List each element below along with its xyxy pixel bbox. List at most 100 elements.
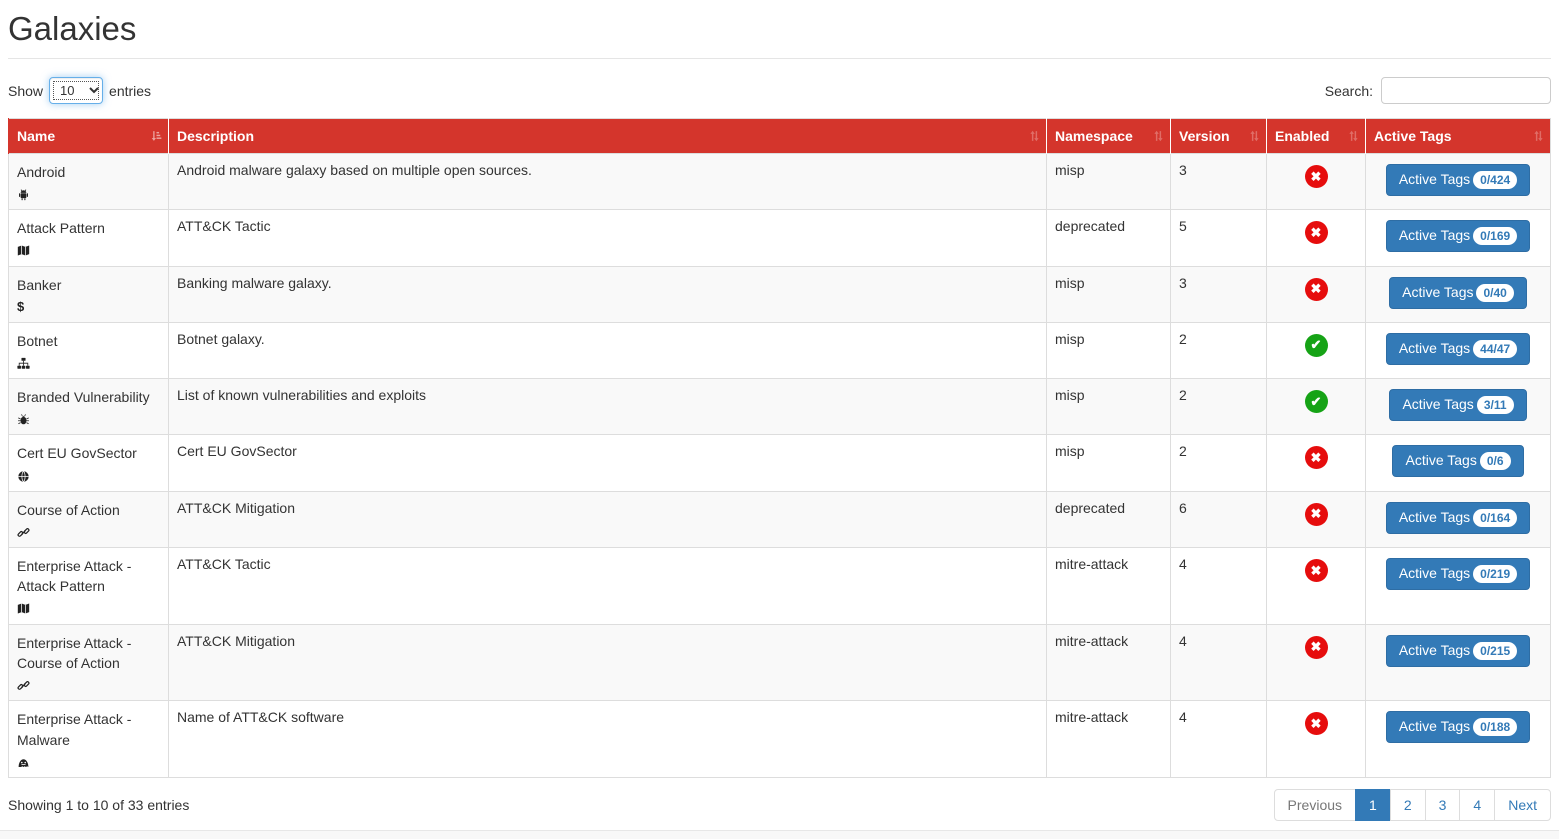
galaxy-version: 5 xyxy=(1171,210,1267,266)
galaxy-version: 4 xyxy=(1171,624,1267,701)
active-tags-button[interactable]: Active Tags0/169 xyxy=(1386,220,1530,252)
page-length-select[interactable]: 10 xyxy=(49,77,103,104)
sort-active-icon xyxy=(149,130,163,143)
pagination-4[interactable]: 4 xyxy=(1459,789,1495,821)
active-tags-count: 0/215 xyxy=(1473,642,1517,660)
column-header-name[interactable]: Name xyxy=(9,119,169,154)
table-row: Enterprise Attack - Attack Pattern ATT&C… xyxy=(9,548,1551,625)
search-input[interactable] xyxy=(1381,77,1551,104)
table-controls: Show 10 entries Search: xyxy=(8,77,1551,104)
column-header-active-tags[interactable]: Active Tags xyxy=(1366,119,1551,154)
galaxy-version: 6 xyxy=(1171,491,1267,547)
galaxy-description: Android malware galaxy based on multiple… xyxy=(169,154,1047,210)
active-tags-count: 0/169 xyxy=(1473,227,1517,245)
active-tags-count: 44/47 xyxy=(1473,340,1517,358)
table-row: Android Android malware galaxy based on … xyxy=(9,154,1551,210)
sort-icon xyxy=(1532,130,1545,143)
galaxy-version: 4 xyxy=(1171,548,1267,625)
active-tags-label: Active Tags xyxy=(1399,227,1470,243)
enabled-check-icon[interactable]: ✔ xyxy=(1305,390,1328,413)
column-header-label: Namespace xyxy=(1055,128,1133,144)
table-row: Enterprise Attack - Course of Action ATT… xyxy=(9,624,1551,701)
disabled-cross-icon[interactable]: ✖ xyxy=(1305,278,1328,301)
table-row: Cert EU GovSector Cert EU GovSector misp… xyxy=(9,435,1551,491)
galaxy-name: Banker xyxy=(17,275,160,295)
galaxy-version: 2 xyxy=(1171,435,1267,491)
column-header-description[interactable]: Description xyxy=(169,119,1047,154)
column-header-enabled[interactable]: Enabled xyxy=(1267,119,1366,154)
active-tags-label: Active Tags xyxy=(1399,171,1470,187)
pagination-2[interactable]: 2 xyxy=(1390,789,1426,821)
galaxy-description: ATT&CK Mitigation xyxy=(169,491,1047,547)
galaxy-namespace: deprecated xyxy=(1047,210,1171,266)
disabled-cross-icon[interactable]: ✖ xyxy=(1305,221,1328,244)
galaxy-description: Banking malware galaxy. xyxy=(169,266,1047,322)
android-icon xyxy=(17,188,30,201)
enabled-check-icon[interactable]: ✔ xyxy=(1305,334,1328,357)
disabled-cross-icon[interactable]: ✖ xyxy=(1305,503,1328,526)
active-tags-button[interactable]: Active Tags0/188 xyxy=(1386,711,1530,743)
galaxy-namespace: deprecated xyxy=(1047,491,1171,547)
pagination-3[interactable]: 3 xyxy=(1425,789,1461,821)
page-length-control: Show 10 entries xyxy=(8,77,151,104)
site-footer-strip xyxy=(0,830,1559,839)
entries-label: entries xyxy=(109,83,151,99)
active-tags-count: 0/40 xyxy=(1476,284,1513,302)
table-footer: Showing 1 to 10 of 33 entries Previous12… xyxy=(8,789,1551,821)
galaxy-namespace: misp xyxy=(1047,154,1171,210)
disabled-cross-icon[interactable]: ✖ xyxy=(1305,165,1328,188)
column-header-label: Enabled xyxy=(1275,128,1329,144)
galaxy-name: Attack Pattern xyxy=(17,218,160,238)
link-icon xyxy=(17,679,30,692)
active-tags-button[interactable]: Active Tags0/6 xyxy=(1392,445,1523,477)
galaxy-namespace: misp xyxy=(1047,322,1171,378)
pagination-item: 3 xyxy=(1425,789,1461,821)
monster-icon xyxy=(17,756,30,769)
page-title: Galaxies xyxy=(8,10,1551,48)
active-tags-button[interactable]: Active Tags0/40 xyxy=(1389,277,1527,309)
active-tags-button[interactable]: Active Tags0/424 xyxy=(1386,164,1530,196)
disabled-cross-icon[interactable]: ✖ xyxy=(1305,712,1328,735)
galaxy-name: Enterprise Attack - Course of Action xyxy=(17,633,160,674)
galaxy-namespace: misp xyxy=(1047,435,1171,491)
pagination-item: Next xyxy=(1494,789,1551,821)
pagination-item: 2 xyxy=(1390,789,1426,821)
column-header-label: Version xyxy=(1179,128,1230,144)
active-tags-button[interactable]: Active Tags0/164 xyxy=(1386,502,1530,534)
column-header-label: Active Tags xyxy=(1374,128,1452,144)
active-tags-label: Active Tags xyxy=(1399,509,1470,525)
pagination: Previous1234Next xyxy=(1275,789,1551,821)
map-icon xyxy=(17,602,30,615)
active-tags-button[interactable]: Active Tags44/47 xyxy=(1386,333,1530,365)
active-tags-label: Active Tags xyxy=(1405,452,1476,468)
galaxy-name: Botnet xyxy=(17,331,160,351)
galaxy-name: Course of Action xyxy=(17,500,160,520)
active-tags-count: 0/188 xyxy=(1473,718,1517,736)
disabled-cross-icon[interactable]: ✖ xyxy=(1305,446,1328,469)
sort-icon xyxy=(1152,130,1165,143)
disabled-cross-icon[interactable]: ✖ xyxy=(1305,559,1328,582)
active-tags-label: Active Tags xyxy=(1399,565,1470,581)
sort-icon xyxy=(1028,130,1041,143)
entries-info: Showing 1 to 10 of 33 entries xyxy=(8,797,189,813)
active-tags-count: 0/424 xyxy=(1473,171,1517,189)
active-tags-label: Active Tags xyxy=(1402,284,1473,300)
pagination-next[interactable]: Next xyxy=(1494,789,1551,821)
column-header-namespace[interactable]: Namespace xyxy=(1047,119,1171,154)
sitemap-icon xyxy=(17,357,30,370)
pagination-previous[interactable]: Previous xyxy=(1274,789,1356,821)
active-tags-button[interactable]: Active Tags0/219 xyxy=(1386,558,1530,590)
pagination-1[interactable]: 1 xyxy=(1355,789,1391,821)
galaxy-version: 3 xyxy=(1171,154,1267,210)
pagination-item: 4 xyxy=(1459,789,1495,821)
galaxy-description: Name of ATT&CK software xyxy=(169,701,1047,778)
disabled-cross-icon[interactable]: ✖ xyxy=(1305,636,1328,659)
galaxy-name: Cert EU GovSector xyxy=(17,443,160,463)
column-header-version[interactable]: Version xyxy=(1171,119,1267,154)
active-tags-label: Active Tags xyxy=(1399,718,1470,734)
column-header-label: Name xyxy=(17,128,55,144)
active-tags-button[interactable]: Active Tags0/215 xyxy=(1386,635,1530,667)
active-tags-button[interactable]: Active Tags3/11 xyxy=(1389,389,1526,421)
show-label: Show xyxy=(8,83,43,99)
galaxy-version: 2 xyxy=(1171,322,1267,378)
